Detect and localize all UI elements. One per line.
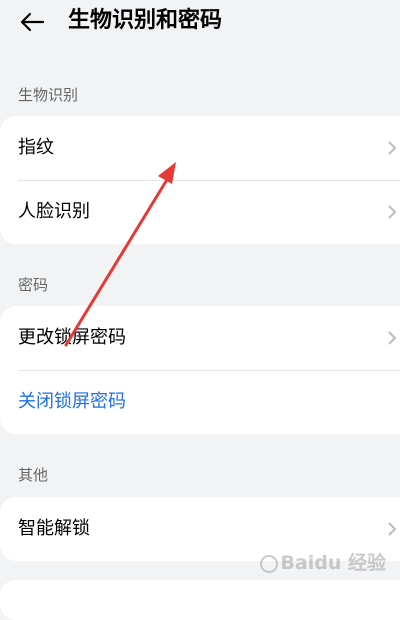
change-lock-password-label: 更改锁屏密码 — [18, 327, 126, 348]
biometrics-card: 指纹 人脸识别 — [0, 116, 400, 244]
change-lock-password-row[interactable]: 更改锁屏密码 — [0, 306, 400, 370]
face-recognition-label: 人脸识别 — [18, 201, 90, 222]
paw-logo-icon — [260, 554, 279, 573]
back-button[interactable] — [12, 6, 52, 38]
disable-lock-password-link[interactable]: 关闭锁屏密码 — [18, 390, 126, 414]
header: 生物识别和密码 — [0, 0, 400, 60]
section-label-biometrics: 生物识别 — [18, 86, 79, 104]
section-label-password: 密码 — [18, 276, 49, 294]
next-card-partial — [0, 580, 400, 620]
chevron-right-icon — [388, 141, 397, 155]
back-arrow-icon — [20, 12, 45, 32]
face-recognition-row[interactable]: 人脸识别 — [0, 180, 400, 244]
disable-lock-password-row[interactable]: 关闭锁屏密码 — [0, 370, 400, 434]
smart-unlock-label: 智能解锁 — [18, 518, 90, 539]
password-card: 更改锁屏密码 关闭锁屏密码 — [0, 306, 400, 434]
chevron-right-icon — [388, 331, 397, 345]
watermark: Baidu 经验 — [258, 548, 386, 575]
chevron-right-icon — [388, 522, 397, 536]
fingerprint-row[interactable]: 指纹 — [0, 116, 400, 180]
section-label-other: 其他 — [18, 466, 49, 484]
chevron-right-icon — [388, 205, 397, 219]
page-title: 生物识别和密码 — [68, 8, 223, 33]
fingerprint-label: 指纹 — [18, 137, 54, 158]
